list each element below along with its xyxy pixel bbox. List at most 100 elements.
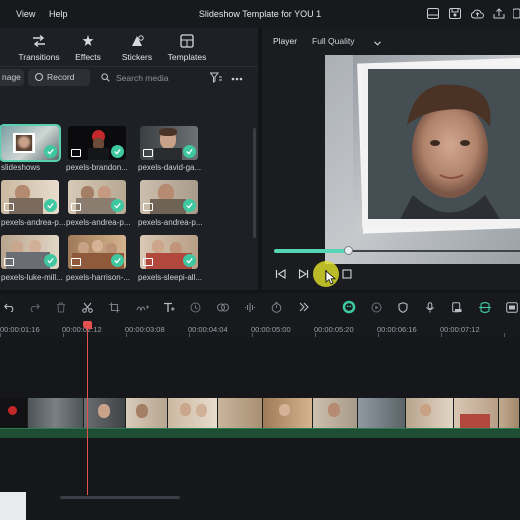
delete-icon[interactable]	[56, 302, 66, 315]
media-panel: Transitions Effects Stickers Templates n…	[0, 28, 258, 290]
undo-icon[interactable]	[4, 302, 15, 314]
media-item-brandon[interactable]	[68, 126, 126, 160]
stop-icon[interactable]	[342, 269, 352, 281]
video-clip[interactable]	[406, 398, 454, 428]
microphone-icon[interactable]	[425, 302, 435, 315]
record-icon	[35, 73, 43, 81]
image-type-icon	[4, 203, 14, 211]
media-item-caption: pexels-andrea-p...	[1, 218, 66, 227]
ruler-label: 00:00:01:16	[0, 325, 40, 334]
media-item-caption: pexels-david-ga...	[138, 163, 202, 172]
timeline-scrollbar[interactable]	[60, 496, 180, 499]
project-title: Slideshow Template for YOU 1	[198, 9, 322, 19]
image-type-icon	[143, 203, 153, 211]
media-item-luke[interactable]	[1, 235, 59, 269]
templates-icon	[179, 34, 195, 48]
render-preview-icon[interactable]	[371, 302, 382, 315]
save-icon[interactable]	[449, 8, 461, 19]
ruler-label: 00:00:04:04	[188, 325, 228, 334]
media-item-andrea-1[interactable]	[1, 180, 59, 214]
playhead-line[interactable]	[87, 323, 88, 495]
previous-frame-icon[interactable]	[275, 269, 286, 281]
video-clip[interactable]	[84, 398, 126, 428]
check-icon	[111, 199, 124, 212]
video-track-clips[interactable]	[0, 398, 520, 428]
tab-stickers[interactable]: Stickers	[111, 34, 163, 62]
quality-select[interactable]: Full Quality	[312, 36, 355, 46]
video-clip[interactable]	[0, 398, 28, 428]
redo-icon[interactable]	[29, 302, 40, 314]
video-clip[interactable]	[499, 398, 520, 428]
ruler-label: 00:00:02:12	[62, 325, 102, 334]
text-icon[interactable]	[163, 302, 175, 315]
media-item-harrison[interactable]	[68, 235, 126, 269]
export-icon[interactable]	[493, 8, 505, 19]
tab-effects[interactable]: Effects	[62, 34, 114, 62]
check-icon	[183, 254, 196, 267]
timeline-toolbar	[0, 293, 520, 323]
crop-icon[interactable]	[109, 302, 120, 315]
double-chevron-right-icon[interactable]	[299, 302, 309, 314]
video-clip[interactable]	[126, 398, 168, 428]
image-type-icon	[71, 203, 81, 211]
play-icon[interactable]	[298, 269, 309, 281]
media-item-david[interactable]	[140, 126, 198, 160]
filter-icon[interactable]	[209, 72, 222, 85]
video-clip[interactable]	[218, 398, 263, 428]
playhead-handle[interactable]	[83, 321, 92, 329]
speed-icon[interactable]	[136, 302, 150, 315]
video-clip[interactable]	[263, 398, 313, 428]
check-icon	[44, 254, 57, 267]
preview-viewer[interactable]	[325, 55, 520, 264]
video-clip[interactable]	[313, 398, 358, 428]
more-icon[interactable]	[512, 8, 520, 19]
layout-icon[interactable]	[427, 8, 439, 19]
media-item-sleepi[interactable]	[140, 235, 198, 269]
color-icon[interactable]	[217, 302, 229, 315]
playback-progress	[274, 249, 348, 253]
media-item-andrea-2[interactable]	[68, 180, 126, 214]
media-item-caption: pexels-andrea-p...	[66, 218, 131, 227]
media-item-andrea-3[interactable]	[140, 180, 198, 214]
audio-track[interactable]	[0, 428, 520, 438]
tab-label: Transitions	[18, 52, 60, 62]
voiceover-icon[interactable]	[452, 302, 463, 315]
video-clip[interactable]	[168, 398, 218, 428]
media-item-caption: pexels-luke-mill...	[1, 273, 63, 282]
stopwatch-icon[interactable]	[271, 302, 282, 315]
manage-button[interactable]: nage	[0, 69, 24, 86]
transitions-icon	[31, 34, 47, 48]
timer-icon[interactable]	[190, 302, 201, 315]
preview-frame	[325, 55, 520, 264]
check-icon	[44, 145, 57, 158]
playback-scrubber[interactable]	[343, 246, 353, 255]
media-item-slideshows[interactable]	[0, 124, 61, 162]
chevron-down-icon[interactable]	[374, 38, 381, 48]
panel-layout-icon[interactable]	[506, 302, 518, 315]
image-type-icon	[143, 149, 153, 157]
search-input[interactable]	[98, 69, 202, 86]
media-item-caption: pexels-andrea-p...	[138, 218, 203, 227]
shield-icon[interactable]	[398, 302, 408, 315]
tab-label: Effects	[75, 52, 101, 62]
tab-templates[interactable]: Templates	[161, 34, 213, 62]
ruler-label: 00:00:07:12	[440, 325, 480, 334]
split-scissors-icon[interactable]	[82, 302, 93, 315]
timeline-ruler[interactable]: 00:00:01:16 00:00:02:12 00:00:03:08 00:0…	[0, 323, 520, 337]
ruler-label: 00:00:05:20	[314, 325, 354, 334]
ai-smart-icon[interactable]	[342, 300, 356, 316]
media-scrollbar[interactable]	[253, 128, 256, 238]
stickers-icon	[129, 34, 145, 48]
record-button[interactable]: Record	[28, 69, 90, 86]
audio-wave-icon[interactable]	[244, 302, 256, 315]
image-type-icon	[71, 258, 81, 266]
cloud-upload-icon[interactable]	[470, 8, 484, 19]
check-icon	[111, 254, 124, 267]
video-clip[interactable]	[358, 398, 406, 428]
video-clip[interactable]	[454, 398, 499, 428]
media-item-caption: pexels-harrison-...	[66, 273, 131, 282]
video-clip[interactable]	[28, 398, 84, 428]
snap-magnet-icon[interactable]	[479, 301, 491, 315]
more-options-icon[interactable]	[231, 73, 243, 83]
tab-transitions[interactable]: Transitions	[13, 34, 65, 62]
